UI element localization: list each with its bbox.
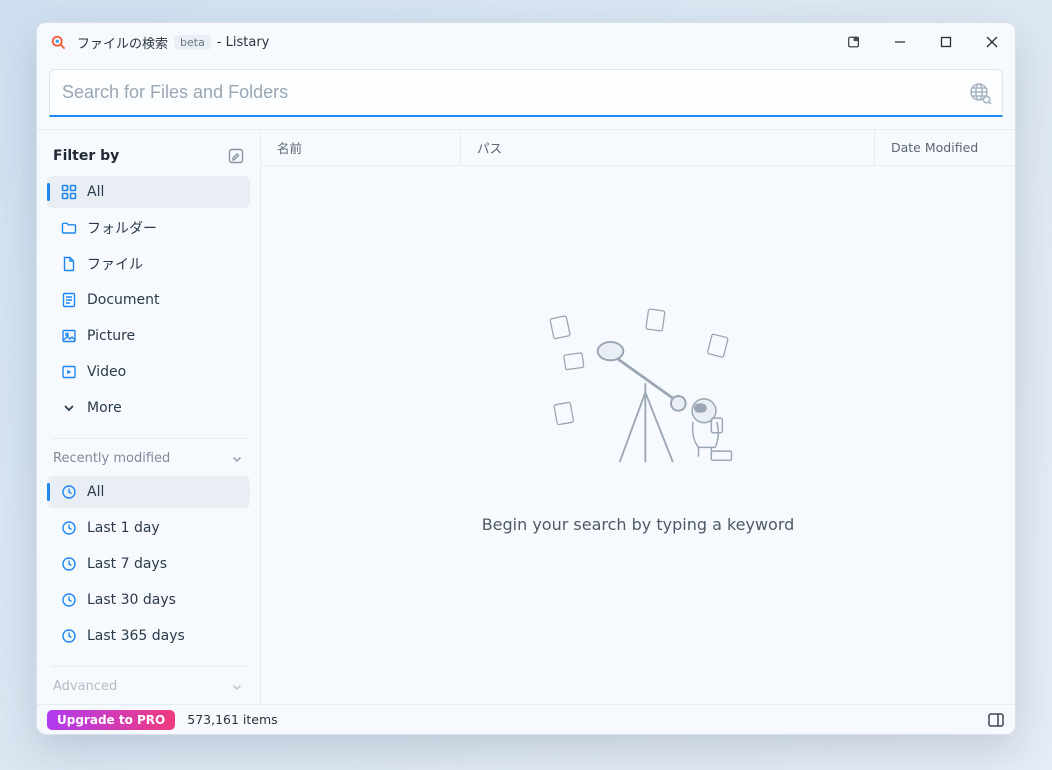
clock-icon xyxy=(61,628,77,644)
beta-badge: beta xyxy=(174,35,211,50)
recent-label: Last 7 days xyxy=(87,556,167,572)
recent-all[interactable]: All xyxy=(47,476,250,508)
window-controls xyxy=(831,23,1015,61)
recent-header-label: Recently modified xyxy=(53,451,170,466)
file-icon xyxy=(61,256,77,272)
column-headers: 名前 パス Date Modified xyxy=(261,130,1015,166)
filter-header: Filter by xyxy=(47,142,250,174)
edit-filters-icon[interactable] xyxy=(228,148,244,164)
results-panel: 名前 パス Date Modified xyxy=(261,130,1015,704)
empty-illustration xyxy=(528,297,748,497)
filter-label: Document xyxy=(87,292,160,308)
web-search-icon[interactable] xyxy=(968,81,992,105)
video-icon xyxy=(61,364,77,380)
column-name[interactable]: 名前 xyxy=(261,130,461,165)
chevron-down-icon xyxy=(230,680,244,694)
filter-label: フォルダー xyxy=(87,218,157,238)
filter-video[interactable]: Video xyxy=(47,356,250,388)
clock-icon xyxy=(61,592,77,608)
filter-label: All xyxy=(87,184,104,200)
clock-icon xyxy=(61,520,77,536)
preview-panel-toggle[interactable] xyxy=(987,711,1005,729)
folder-icon xyxy=(61,220,77,236)
filter-picture[interactable]: Picture xyxy=(47,320,250,352)
filter-label: Picture xyxy=(87,328,135,344)
recent-label: Last 1 day xyxy=(87,520,160,536)
clock-icon xyxy=(61,484,77,500)
app-icon xyxy=(49,33,67,51)
window-title-suffix: - Listary xyxy=(217,35,270,50)
compact-overlay-button[interactable] xyxy=(831,23,877,61)
searchbar-container xyxy=(37,61,1015,117)
recent-label: Last 365 days xyxy=(87,628,185,644)
titlebar: ファイルの検索 beta - Listary xyxy=(37,23,1015,61)
filter-file[interactable]: ファイル xyxy=(47,248,250,280)
filter-label: Video xyxy=(87,364,126,380)
recent-365d[interactable]: Last 365 days xyxy=(47,620,250,652)
recent-group-header[interactable]: Recently modified xyxy=(47,447,250,470)
document-icon xyxy=(61,292,77,308)
window-title: ファイルの検索 xyxy=(77,33,168,52)
recent-label: Last 30 days xyxy=(87,592,176,608)
statusbar: Upgrade to PRO 573,161 items xyxy=(37,704,1015,734)
item-count: 573,161 items xyxy=(187,712,277,727)
searchbar xyxy=(49,69,1003,117)
empty-state: Begin your search by typing a keyword xyxy=(261,166,1015,704)
picture-icon xyxy=(61,328,77,344)
advanced-group-header[interactable]: Advanced xyxy=(47,675,250,698)
recent-30d[interactable]: Last 30 days xyxy=(47,584,250,616)
search-input[interactable] xyxy=(62,82,968,103)
maximize-button[interactable] xyxy=(923,23,969,61)
filter-label: ファイル xyxy=(87,254,143,274)
column-path[interactable]: パス xyxy=(461,130,875,165)
app-window: ファイルの検索 beta - Listary xyxy=(36,22,1016,735)
recent-label: All xyxy=(87,484,104,500)
filter-folder[interactable]: フォルダー xyxy=(47,212,250,244)
recent-1d[interactable]: Last 1 day xyxy=(47,512,250,544)
upgrade-button[interactable]: Upgrade to PRO xyxy=(47,710,175,730)
grid-icon xyxy=(61,184,77,200)
advanced-header-label: Advanced xyxy=(53,679,117,694)
filter-more[interactable]: More xyxy=(47,392,250,424)
body: Filter by All フォルダー ファイル Document xyxy=(37,129,1015,704)
column-date[interactable]: Date Modified xyxy=(875,130,1015,165)
filter-header-label: Filter by xyxy=(53,148,119,164)
sidebar: Filter by All フォルダー ファイル Document xyxy=(37,130,261,704)
filter-all[interactable]: All xyxy=(47,176,250,208)
chevron-down-icon xyxy=(230,452,244,466)
clock-icon xyxy=(61,556,77,572)
empty-message: Begin your search by typing a keyword xyxy=(482,515,795,534)
filter-label: More xyxy=(87,400,122,416)
filter-document[interactable]: Document xyxy=(47,284,250,316)
close-button[interactable] xyxy=(969,23,1015,61)
recent-7d[interactable]: Last 7 days xyxy=(47,548,250,580)
chevron-down-icon xyxy=(61,400,77,416)
minimize-button[interactable] xyxy=(877,23,923,61)
